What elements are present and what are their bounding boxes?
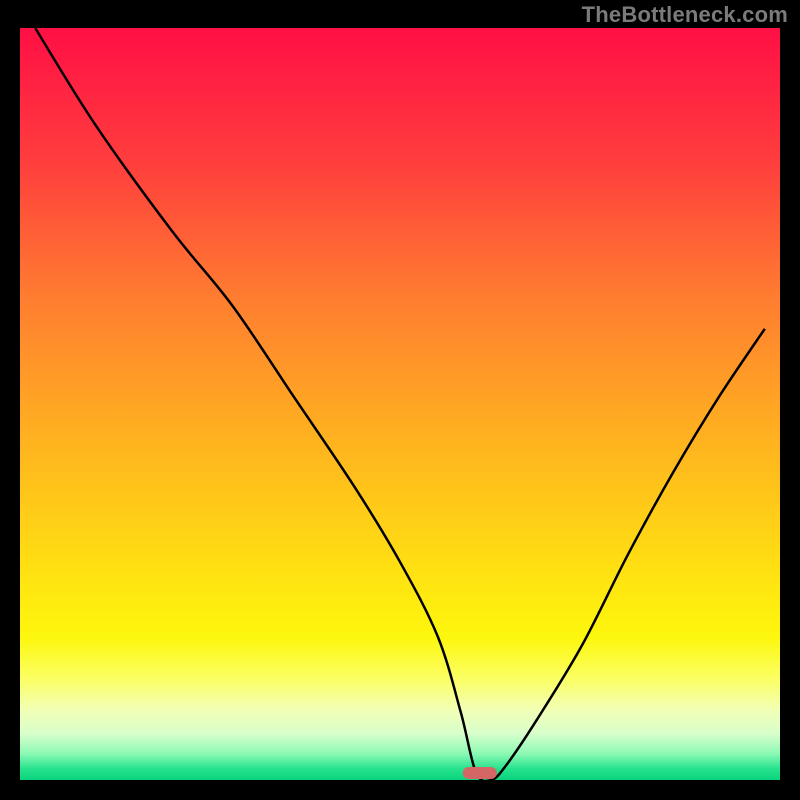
chart-frame: TheBottleneck.com bbox=[0, 0, 800, 800]
optimal-marker bbox=[463, 767, 497, 779]
bottleneck-chart bbox=[0, 0, 800, 800]
watermark-text: TheBottleneck.com bbox=[582, 2, 788, 28]
plot-background bbox=[20, 28, 780, 780]
